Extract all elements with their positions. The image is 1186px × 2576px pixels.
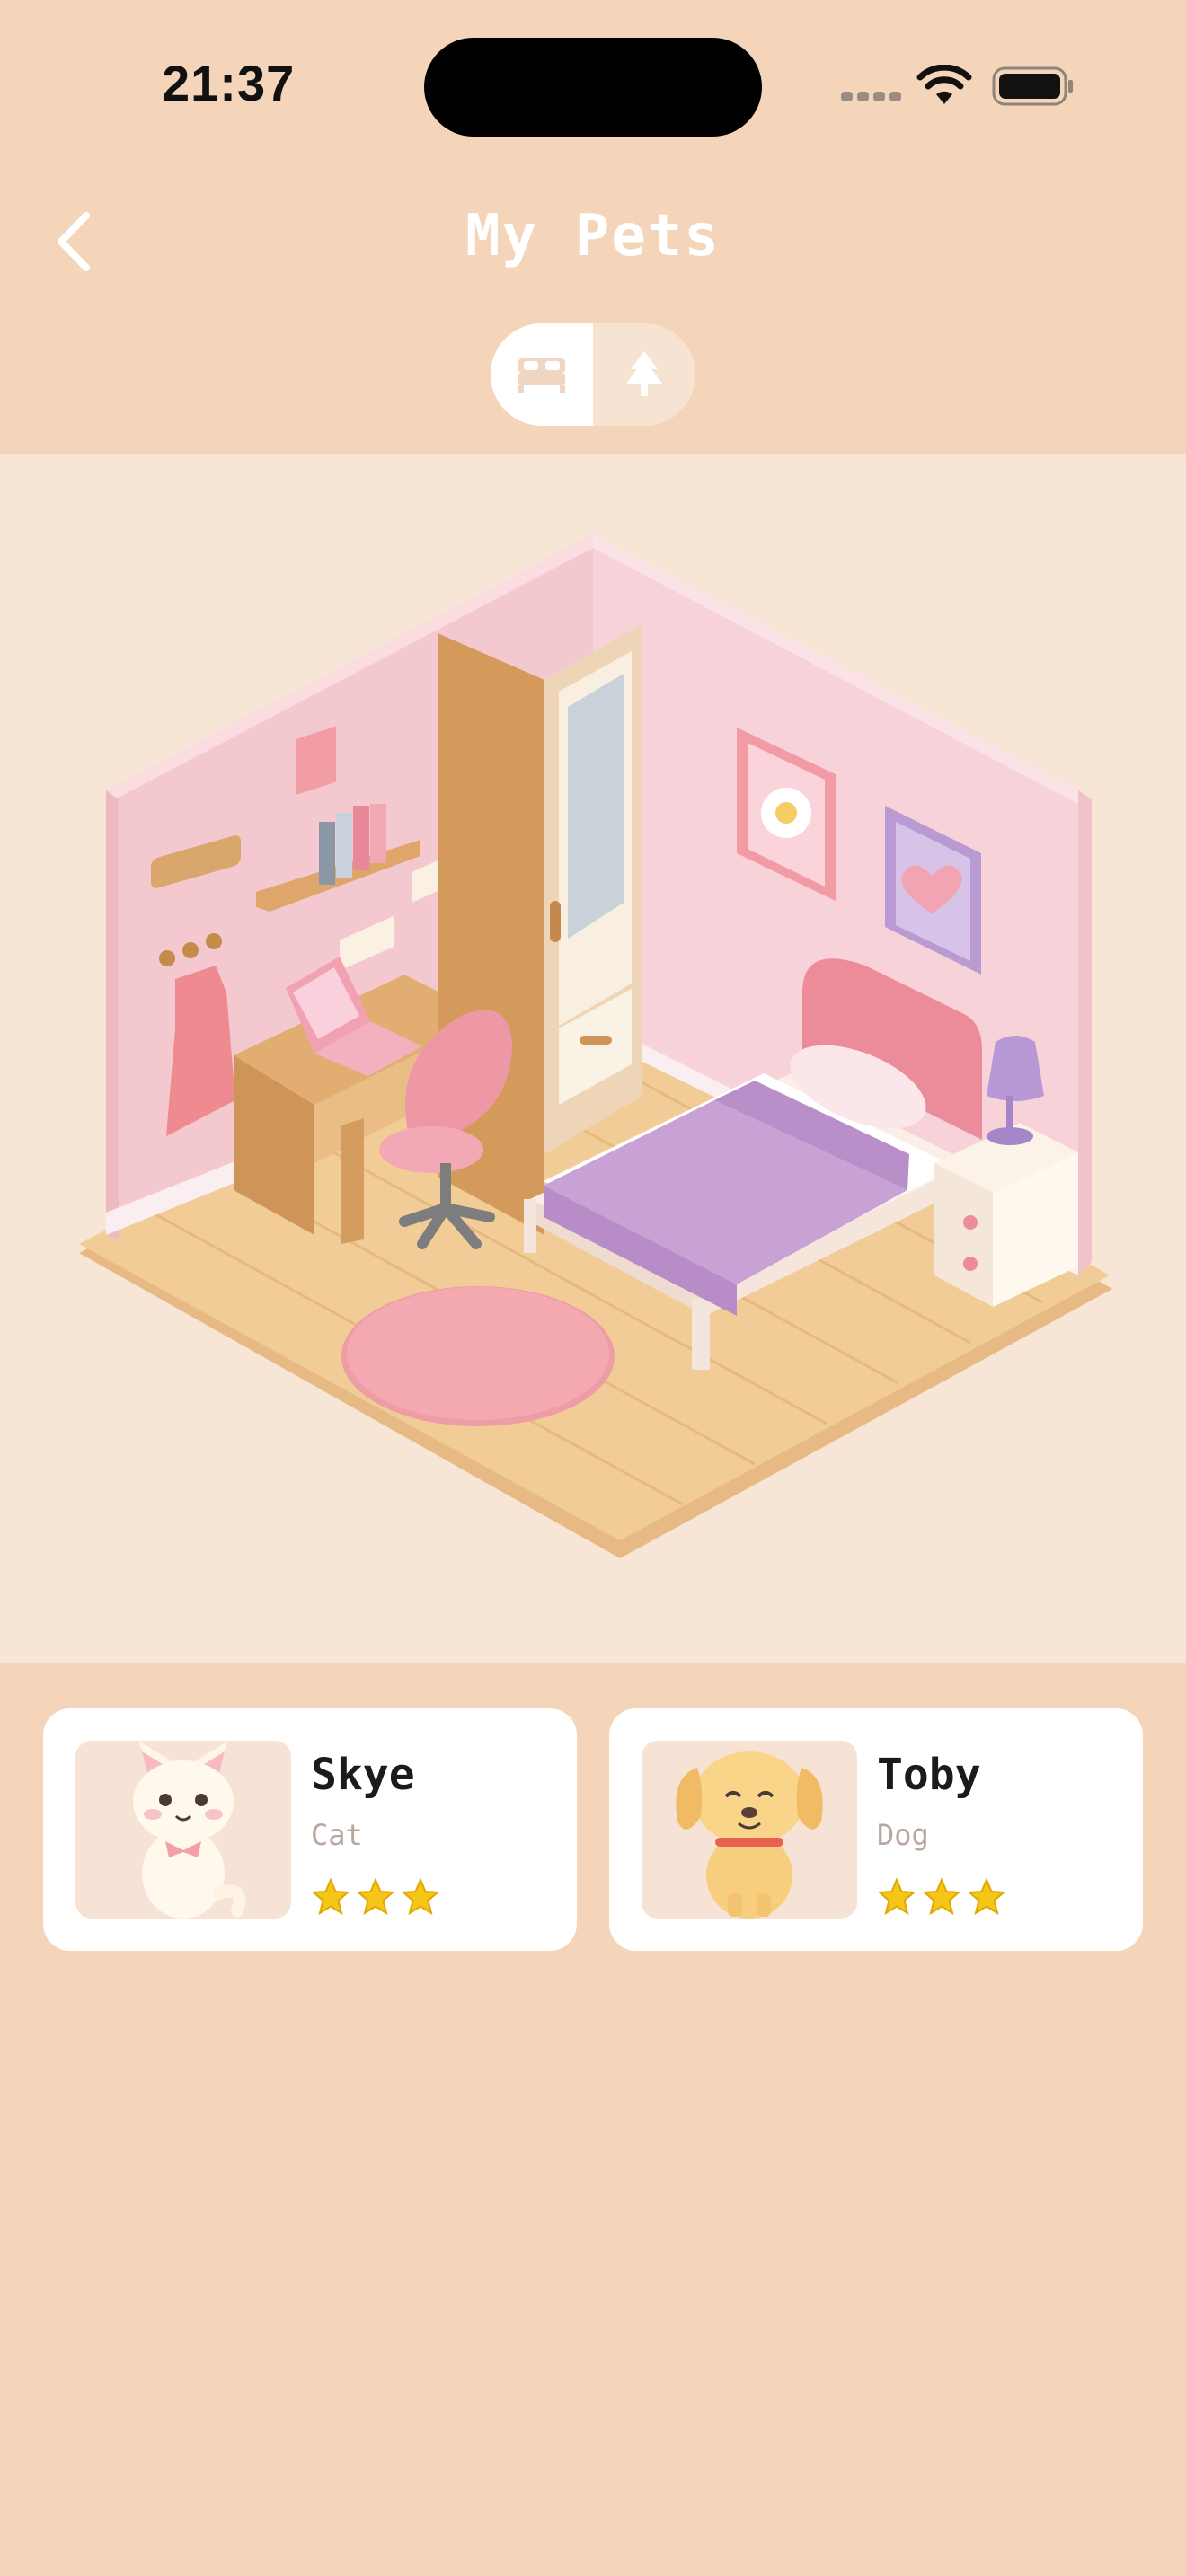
star-icon <box>967 1877 1006 1916</box>
pet-species: Dog <box>877 1818 929 1852</box>
room-scene[interactable] <box>0 454 1186 1663</box>
pet-rating <box>877 1877 1006 1917</box>
pet-name: Toby <box>877 1750 981 1800</box>
star-icon <box>877 1877 916 1916</box>
toggle-outdoor[interactable] <box>593 323 695 426</box>
view-toggle <box>491 323 695 426</box>
bed-icon <box>518 358 565 393</box>
dog-icon <box>676 1751 823 1919</box>
battery-icon <box>992 66 1073 106</box>
cat-icon <box>133 1741 246 1919</box>
star-icon <box>922 1877 961 1916</box>
star-icon <box>401 1877 440 1916</box>
star-icon <box>356 1877 395 1916</box>
pet-rating <box>311 1877 440 1917</box>
wifi-icon <box>916 65 972 104</box>
cellular-signal-icon <box>841 88 913 102</box>
tree-icon <box>626 351 662 396</box>
pet-card-toby[interactable]: Toby Dog <box>609 1708 1143 1951</box>
bedroom-illustration <box>79 534 1112 1558</box>
pet-species: Cat <box>311 1818 363 1852</box>
page-title: My Pets <box>465 203 721 269</box>
status-time: 21:37 <box>162 55 296 111</box>
star-icon <box>311 1877 350 1916</box>
pet-name: Skye <box>311 1750 415 1800</box>
dynamic-island <box>424 38 762 137</box>
status-bar: 21:37 <box>0 0 1186 171</box>
toggle-indoor-room[interactable] <box>491 323 593 426</box>
pet-card-skye[interactable]: Skye Cat <box>43 1708 577 1951</box>
pet-avatar <box>642 1741 857 1919</box>
pet-avatar <box>75 1741 291 1919</box>
